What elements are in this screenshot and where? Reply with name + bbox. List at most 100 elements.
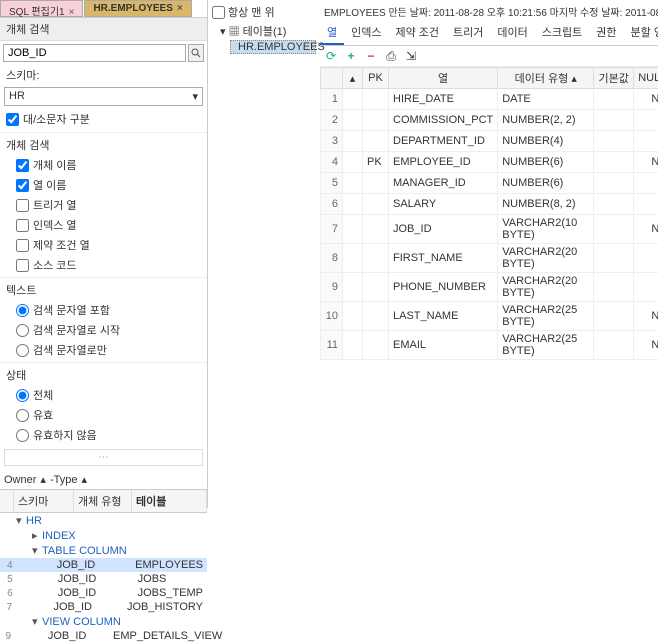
table-row[interactable]: 9PHONE_NUMBERVARCHAR2(20 BYTE)전화번호 — [321, 273, 658, 302]
tree-table-column[interactable]: TABLE COLUMN — [42, 545, 152, 557]
tab-triggers[interactable]: 트리거 — [446, 21, 490, 45]
table-row[interactable]: 4PKEMPLOYEE_IDNUMBER(6)N직원 ID — [321, 152, 658, 173]
close-icon[interactable]: × — [69, 7, 75, 18]
cell-pk — [363, 302, 389, 331]
tab-script[interactable]: 스크립트 — [535, 21, 589, 45]
status-valid-label: 유효 — [33, 407, 53, 423]
text-starts-label: 검색 문자열로 시작 — [33, 322, 120, 338]
search-button[interactable] — [188, 44, 204, 62]
hdr-table[interactable]: 테이블 — [132, 490, 207, 512]
hdr-sort[interactable]: ▴ — [343, 68, 363, 89]
collapse-button[interactable]: ⋯ — [4, 449, 203, 466]
hdr-null[interactable]: NULL? — [634, 68, 658, 89]
text-starts-radio[interactable] — [16, 324, 29, 337]
text-only-radio[interactable] — [16, 344, 29, 357]
detail-pane: EMPLOYEES 만든 날짜: 2011-08-28 오후 10:21:56 … — [320, 0, 658, 508]
always-on-top-checkbox[interactable] — [212, 6, 225, 19]
tab-partitions[interactable]: 분할 영역 — [624, 21, 658, 45]
add-icon[interactable]: + — [344, 49, 358, 63]
table-row[interactable]: 10LAST_NAMEVARCHAR2(25 BYTE)N이름 — [321, 302, 658, 331]
opt-constraint-check[interactable] — [16, 239, 29, 252]
tab-data[interactable]: 데이터 — [490, 21, 534, 45]
opt-trigger-label: 트리거 열 — [33, 197, 77, 213]
status-valid-radio[interactable] — [16, 409, 29, 422]
cell-pk — [363, 110, 389, 131]
cell-pk — [363, 89, 389, 110]
tree-hr[interactable]: HR — [26, 515, 136, 527]
table-row[interactable]: 6JOB_IDJOBS_TEMP — [0, 586, 207, 600]
cell-jobid: JOB_ID — [58, 573, 138, 585]
tab-columns[interactable]: 열 — [320, 21, 344, 45]
tab-sql-editor[interactable]: SQL 편집기1× — [0, 0, 83, 17]
cell-pk — [363, 244, 389, 273]
opt-index-check[interactable] — [16, 219, 29, 232]
hdr-pk[interactable]: PK — [363, 68, 389, 89]
cell-datatype: NUMBER(6) — [498, 173, 594, 194]
table-row[interactable]: 4JOB_IDEMPLOYEES — [0, 558, 207, 572]
cell-sort — [343, 110, 363, 131]
table-row[interactable]: 7JOB_IDJOB_HISTORY — [0, 600, 207, 614]
tree-view-column[interactable]: VIEW COLUMN — [42, 616, 152, 628]
cell-datatype: NUMBER(6) — [498, 152, 594, 173]
cell-colname: EMPLOYEE_ID — [389, 152, 498, 173]
opt-trigger-check[interactable] — [16, 199, 29, 212]
owner-filter-row: Owner ▴ -Type ▴ — [0, 470, 207, 489]
sort-asc-icon[interactable]: ▴ — [81, 473, 87, 486]
hdr-default[interactable]: 기본값 — [594, 68, 634, 89]
cell-colname: SALARY — [389, 194, 498, 215]
table-row[interactable]: 5MANAGER_IDNUMBER(6)관리자 ID — [321, 173, 658, 194]
export-icon[interactable]: ⇲ — [404, 49, 418, 63]
table-row[interactable]: 5JOB_IDJOBS — [0, 572, 207, 586]
cell-pk — [363, 331, 389, 360]
hdr-schema[interactable]: 스키마 — [14, 490, 74, 512]
cell-colname: COMMISSION_PCT — [389, 110, 498, 131]
table-row[interactable]: 11EMAILVARCHAR2(25 BYTE)N이메일 — [321, 331, 658, 360]
close-icon[interactable]: × — [177, 3, 183, 14]
text-contains-radio[interactable] — [16, 304, 29, 317]
tree-tables-node[interactable]: ▾ ▦ 테이블(1) — [212, 22, 316, 40]
cell-datatype: VARCHAR2(25 BYTE) — [498, 331, 594, 360]
tab-constraints[interactable]: 제약 조건 — [389, 21, 447, 45]
case-sensitive-checkbox[interactable] — [6, 113, 19, 126]
table-row[interactable]: 3DEPARTMENT_IDNUMBER(4)부서 ID — [321, 131, 658, 152]
table-row[interactable]: 8FIRST_NAMEVARCHAR2(20 BYTE)성 — [321, 244, 658, 273]
tab-privileges[interactable]: 권한 — [589, 21, 623, 45]
opt-source-label: 소스 코드 — [33, 257, 77, 273]
schema-select[interactable]: HR▾ — [4, 87, 203, 106]
cell-sort — [343, 131, 363, 152]
print-icon[interactable]: ⎙ — [384, 49, 398, 63]
opt-source-check[interactable] — [16, 259, 29, 272]
sort-asc-icon[interactable]: ▴ — [40, 473, 46, 486]
table-row[interactable]: 6SALARYNUMBER(8, 2)급여 — [321, 194, 658, 215]
hdr-objtype[interactable]: 개체 유형 — [74, 490, 132, 512]
cell-sort — [343, 89, 363, 110]
collapse-icon: ▾ — [220, 26, 226, 38]
cell-datatype: VARCHAR2(20 BYTE) — [498, 244, 594, 273]
hdr-column[interactable]: 열 — [389, 68, 498, 89]
tab-hr-employees[interactable]: HR.EMPLOYEES× — [84, 0, 191, 17]
cell-datatype: NUMBER(4) — [498, 131, 594, 152]
table-row[interactable]: 1HIRE_DATEDATEN입사일 — [321, 89, 658, 110]
table-row[interactable]: 7JOB_IDVARCHAR2(10 BYTE)N작업 ID — [321, 215, 658, 244]
opt-col-name-check[interactable] — [16, 179, 29, 192]
refresh-icon[interactable]: ⟳ — [324, 49, 338, 63]
expand-icon[interactable]: ▸ — [32, 529, 42, 542]
status-all-radio[interactable] — [16, 389, 29, 402]
hdr-rownum[interactable] — [321, 68, 343, 89]
tree-index[interactable]: INDEX — [42, 530, 152, 542]
table-row[interactable]: 2COMMISSION_PCTNUMBER(2, 2)커미션율 — [321, 110, 658, 131]
search-input[interactable] — [3, 44, 186, 62]
tab-indexes[interactable]: 인덱스 — [344, 21, 388, 45]
status-invalid-radio[interactable] — [16, 429, 29, 442]
hdr-datatype[interactable]: 데이터 유형 ▴ — [498, 68, 594, 89]
collapse-icon[interactable]: ▾ — [32, 544, 42, 557]
collapse-icon[interactable]: ▾ — [16, 514, 26, 527]
table-row[interactable]: 9JOB_IDEMP_DETAILS_VIEW — [0, 629, 207, 643]
opt-obj-name-check[interactable] — [16, 159, 29, 172]
collapse-icon[interactable]: ▾ — [32, 615, 42, 628]
delete-icon[interactable]: − — [364, 49, 378, 63]
cell-null — [634, 273, 658, 302]
tree-hr-employees-node[interactable]: HR.EMPLOYEES — [230, 40, 316, 54]
cell-jobs: JOBS — [138, 573, 203, 585]
cell-colname: LAST_NAME — [389, 302, 498, 331]
